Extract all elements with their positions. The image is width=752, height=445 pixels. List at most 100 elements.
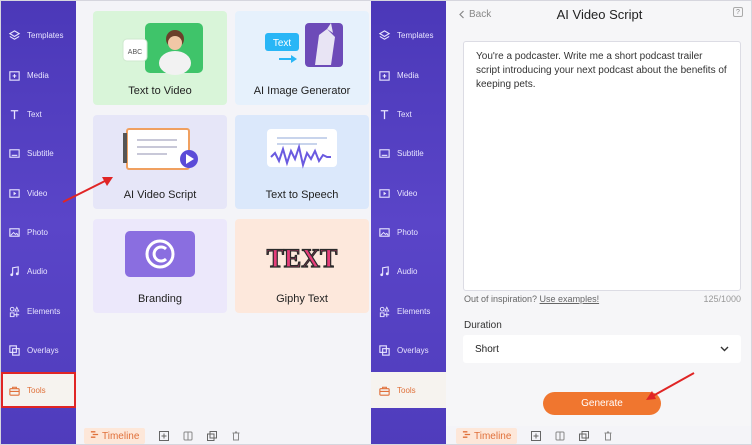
split-icon[interactable]: [183, 431, 193, 441]
timeline-bar-left: Timeline: [76, 426, 371, 444]
tool-card-ai-image-generator[interactable]: Text AI Image Generator: [235, 11, 369, 105]
sidebar-item-tools[interactable]: Tools: [371, 372, 446, 408]
duration-label: Duration: [464, 320, 502, 331]
sidebar-item-label: Media: [27, 70, 49, 80]
sidebar-item-overlays[interactable]: Overlays: [371, 332, 446, 368]
timeline-icon: [462, 430, 471, 442]
sidebar-item-templates[interactable]: Templates: [1, 17, 76, 53]
sidebar-item-tools[interactable]: Tools: [1, 372, 76, 408]
split-icon[interactable]: [555, 431, 565, 441]
delete-icon[interactable]: [603, 431, 613, 441]
giphy-art-text: TEXT: [267, 244, 338, 273]
elements-icon: [7, 304, 21, 318]
tool-card-text-to-video[interactable]: ABC Text to Video: [93, 11, 227, 105]
sidebar-item-label: Text: [27, 109, 42, 119]
photo-icon: [377, 225, 391, 239]
sidebar-item-label: Photo: [27, 227, 48, 237]
help-icon[interactable]: ?: [733, 7, 743, 17]
audio-icon: [7, 264, 21, 278]
duration-value: Short: [475, 343, 499, 355]
sidebar-item-templates[interactable]: Templates: [371, 17, 446, 53]
sidebar-item-video[interactable]: Video: [371, 175, 446, 211]
timeline-button[interactable]: Timeline: [456, 428, 518, 444]
tool-card-text-to-speech[interactable]: Text to Speech: [235, 115, 369, 209]
sidebar-item-photo[interactable]: Photo: [1, 214, 76, 250]
timeline-button[interactable]: Timeline: [84, 428, 146, 444]
sidebar-item-subtitle[interactable]: Subtitle: [371, 135, 446, 171]
sidebar-item-label: Audio: [27, 266, 48, 276]
duration-select[interactable]: Short: [463, 335, 741, 363]
sidebar-item-label: Video: [27, 188, 48, 198]
layers-icon: [7, 28, 21, 42]
sidebar-item-label: Templates: [397, 30, 434, 40]
sidebar-item-label: Audio: [397, 266, 418, 276]
sidebar-item-subtitle[interactable]: Subtitle: [1, 135, 76, 171]
subtitle-icon: [7, 146, 21, 160]
ai-video-script-panel: Back AI Video Script ? You're a podcaste…: [446, 1, 751, 426]
text-to-speech-illustration: [235, 123, 369, 185]
sidebar-item-overlays[interactable]: Overlays: [1, 332, 76, 368]
sidebar-item-label: Tools: [27, 385, 46, 395]
duplicate-icon[interactable]: [579, 431, 590, 441]
sidebar-item-audio[interactable]: Audio: [371, 253, 446, 289]
sidebar-item-label: Overlays: [27, 345, 59, 355]
tools-icon: [377, 383, 391, 397]
inspiration-hint: Out of inspiration? Use examples!: [464, 294, 599, 304]
media-icon: [7, 68, 21, 82]
script-prompt-input[interactable]: You're a podcaster. Write me a short pod…: [463, 41, 741, 291]
use-examples-link[interactable]: Use examples!: [540, 294, 600, 304]
hint-prefix: Out of inspiration?: [464, 294, 540, 304]
sidebar-item-media[interactable]: Media: [371, 57, 446, 93]
branding-illustration: [93, 227, 227, 289]
tool-card-giphy-text[interactable]: TEXT Giphy Text: [235, 219, 369, 313]
video-icon: [7, 186, 21, 200]
audio-icon: [377, 264, 391, 278]
tool-card-branding[interactable]: Branding: [93, 219, 227, 313]
sidebar-item-label: Tools: [397, 385, 416, 395]
photo-icon: [7, 225, 21, 239]
text-to-video-illustration: ABC: [93, 19, 227, 81]
sidebar-item-label: Elements: [27, 306, 61, 316]
character-counter: 125/1000: [703, 294, 741, 304]
sidebar-item-label: Video: [397, 188, 418, 198]
tools-grid: ABC Text to Video Text AI Image Generato…: [76, 1, 371, 426]
sidebar-item-text[interactable]: Text: [1, 96, 76, 132]
text-badge: Text: [273, 38, 292, 49]
video-icon: [377, 186, 391, 200]
timeline-bar-right: Timeline: [446, 426, 751, 444]
overlays-icon: [7, 343, 21, 357]
add-track-icon[interactable]: [159, 431, 170, 441]
tool-label: Text to Video: [128, 85, 192, 97]
sidebar-item-label: Elements: [397, 306, 431, 316]
overlays-icon: [377, 343, 391, 357]
chevron-down-icon: [720, 346, 729, 352]
sidebar-item-label: Overlays: [397, 345, 429, 355]
sidebar-item-label: Media: [397, 70, 419, 80]
giphy-text-illustration: TEXT: [235, 227, 369, 289]
sidebar-item-elements[interactable]: Elements: [1, 293, 76, 329]
timeline-label: Timeline: [102, 430, 140, 442]
tool-label: Text to Speech: [265, 189, 339, 201]
sidebar-item-media[interactable]: Media: [1, 57, 76, 93]
sidebar-item-label: Subtitle: [397, 148, 424, 158]
tool-label: Giphy Text: [276, 293, 328, 305]
sidebar-item-video[interactable]: Video: [1, 175, 76, 211]
sidebar-item-label: Templates: [27, 30, 64, 40]
text-icon: [7, 107, 21, 121]
timeline-icon: [90, 430, 99, 442]
delete-icon[interactable]: [231, 431, 241, 441]
app-window: Templates Media Text Subtitle Video Photo Audi…: [0, 0, 752, 445]
sidebar-item-text[interactable]: Text: [371, 96, 446, 132]
timeline-label: Timeline: [474, 430, 512, 442]
sidebar-item-photo[interactable]: Photo: [371, 214, 446, 250]
elements-icon: [377, 304, 391, 318]
sidebar-item-elements[interactable]: Elements: [371, 293, 446, 329]
tool-label: AI Video Script: [123, 189, 197, 201]
generate-button[interactable]: Generate: [543, 392, 661, 415]
duplicate-icon[interactable]: [207, 431, 218, 441]
tool-card-ai-video-script[interactable]: AI Video Script: [93, 115, 227, 209]
sidebar-item-audio[interactable]: Audio: [1, 253, 76, 289]
sidebar-item-label: Text: [397, 109, 412, 119]
tools-icon: [7, 383, 21, 397]
add-track-icon[interactable]: [531, 431, 542, 441]
